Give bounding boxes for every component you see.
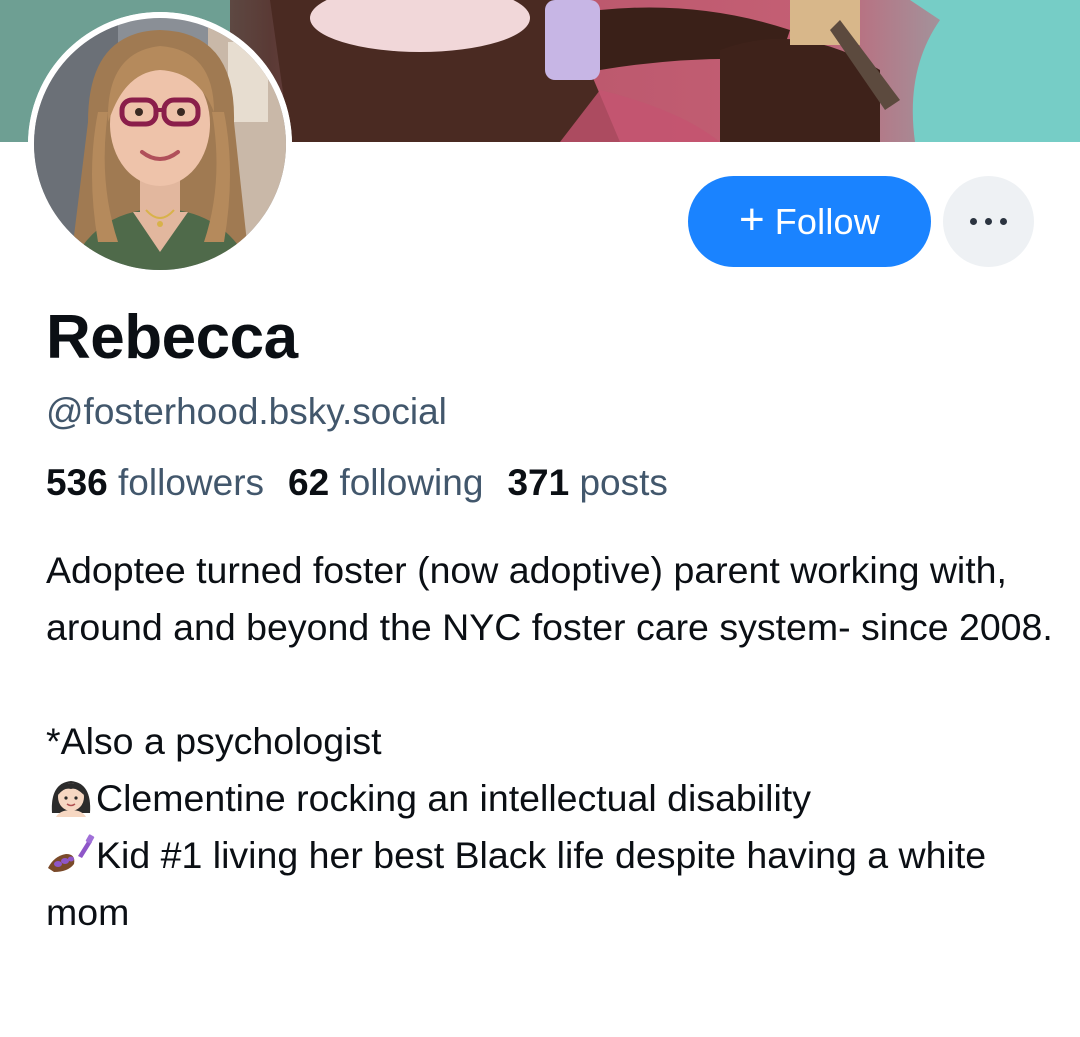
- profile-avatar[interactable]: [28, 12, 292, 276]
- bio-line-psychologist: *Also a psychologist: [46, 720, 382, 762]
- girl-emoji-icon: [46, 776, 96, 817]
- following-label: following: [339, 462, 484, 503]
- display-name: Rebecca: [46, 303, 298, 372]
- posts-label: posts: [579, 462, 668, 503]
- profile-bio: Adoptee turned foster (now adoptive) par…: [46, 542, 1056, 941]
- followers-stat[interactable]: 536 followers: [46, 462, 264, 504]
- posts-count: 371: [507, 462, 570, 503]
- bio-line-kid1: Kid #1 living her best Black life despit…: [46, 827, 1056, 941]
- followers-label: followers: [118, 462, 265, 503]
- profile-handle: @fosterhood.bsky.social: [46, 391, 447, 432]
- nail-polish-emoji-icon: [46, 833, 96, 873]
- following-count: 62: [288, 462, 330, 503]
- profile-stats: 536 followers 62 following 371 posts: [46, 462, 668, 504]
- posts-stat: 371 posts: [507, 462, 667, 504]
- ellipsis-icon: [970, 218, 1007, 225]
- follow-button-label: Follow: [774, 200, 880, 242]
- bio-line-kid1-text: Kid #1 living her best Black life despit…: [46, 834, 987, 933]
- follow-button[interactable]: + Follow: [688, 176, 931, 267]
- bio-line-clementine-text: Clementine rocking an intellectual disab…: [96, 777, 811, 819]
- bio-line-clementine: Clementine rocking an intellectual disab…: [46, 770, 1056, 827]
- avatar-image: [28, 12, 292, 276]
- followers-count: 536: [46, 462, 108, 503]
- more-options-button[interactable]: [943, 176, 1034, 267]
- bio-paragraph: Adoptee turned foster (now adoptive) par…: [46, 549, 1053, 648]
- following-stat[interactable]: 62 following: [288, 462, 483, 504]
- plus-icon: +: [739, 194, 765, 244]
